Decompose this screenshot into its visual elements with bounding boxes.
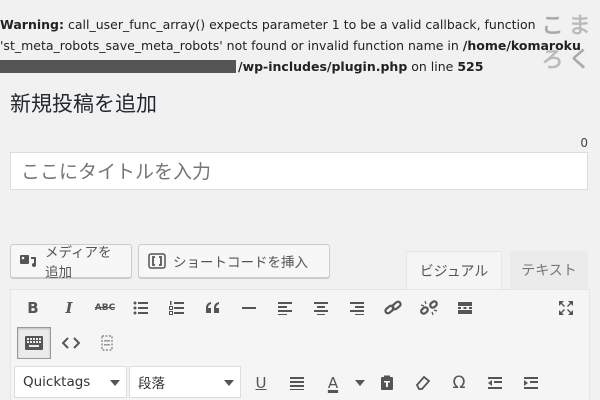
- chevron-down-icon: [110, 380, 120, 386]
- warning-label: Warning: [0, 17, 59, 32]
- keyboard-icon: [25, 336, 43, 350]
- clear-formatting-button[interactable]: [405, 366, 441, 400]
- format-select-value: 段落: [138, 376, 165, 392]
- warning-line-1: Warning: call_user_func_array() expects …: [0, 17, 536, 32]
- outdent-button[interactable]: [477, 366, 513, 400]
- title-char-counter: 0: [580, 136, 588, 150]
- justify-button[interactable]: [279, 366, 315, 400]
- link-icon: [384, 300, 402, 315]
- indent-button[interactable]: [513, 366, 549, 400]
- strikethrough-icon: ABC: [94, 303, 116, 313]
- text-color-dropdown[interactable]: [351, 366, 369, 400]
- chevron-down-icon: [355, 380, 365, 386]
- shortcode-icon: [148, 253, 166, 269]
- tab-text[interactable]: テキスト: [510, 251, 588, 289]
- bold-button[interactable]: B: [15, 291, 51, 325]
- add-media-icon: [20, 255, 36, 267]
- warning-file: /wp-includes/plugin.php: [238, 59, 408, 74]
- omega-icon: Ω: [452, 373, 466, 393]
- page-break-button[interactable]: [89, 326, 125, 360]
- redacted-path: [0, 60, 236, 73]
- page-title: 新規投稿を追加: [10, 92, 157, 116]
- tab-visual-label: ビジュアル: [419, 263, 489, 280]
- underline-button[interactable]: U: [243, 366, 279, 400]
- strikethrough-button[interactable]: ABC: [87, 291, 123, 325]
- toolbar-row-2: [12, 326, 125, 360]
- fullscreen-icon: [559, 301, 573, 315]
- blockquote-button[interactable]: [195, 291, 231, 325]
- numbered-list-icon: [169, 301, 184, 315]
- special-character-button[interactable]: Ω: [441, 366, 477, 400]
- code-icon: [62, 337, 80, 349]
- text-color-icon: A: [327, 374, 339, 392]
- quicktags-select[interactable]: Quicktags: [14, 366, 127, 398]
- warning-line-3: /wp-includes/plugin.php on line 525: [0, 56, 600, 77]
- numbered-list-button[interactable]: [159, 291, 195, 325]
- add-media-label: メディアを追加: [45, 245, 112, 281]
- logo-char: ろ: [541, 48, 564, 73]
- remove-link-button[interactable]: [411, 291, 447, 325]
- align-left-button[interactable]: [267, 291, 303, 325]
- align-right-icon: [350, 302, 364, 315]
- eraser-icon: [415, 375, 431, 390]
- read-more-icon: [458, 302, 472, 314]
- tab-text-label: テキスト: [521, 263, 577, 279]
- align-center-button[interactable]: [303, 291, 339, 325]
- blockquote-icon: [206, 302, 219, 313]
- warning-line-2: 'st_meta_robots_save_meta_robots' not fo…: [0, 35, 600, 56]
- horizontal-line-icon: [242, 307, 256, 309]
- read-more-button[interactable]: [447, 291, 483, 325]
- align-center-icon: [314, 302, 328, 315]
- warning-line-number: 525: [457, 59, 484, 74]
- page-break-icon: [101, 335, 113, 351]
- insert-link-button[interactable]: [375, 291, 411, 325]
- align-left-icon: [278, 302, 292, 315]
- chevron-down-icon: [224, 380, 234, 386]
- indent-icon: [524, 377, 538, 389]
- unlink-icon: [420, 300, 438, 316]
- text-color-button[interactable]: A: [315, 366, 351, 400]
- warning-function-name: 'st_meta_robots_save_meta_robots' not fo…: [0, 38, 463, 53]
- add-media-button[interactable]: メディアを追加: [10, 244, 132, 281]
- bullet-list-icon: [133, 301, 148, 315]
- php-warning: Warning: call_user_func_array() expects …: [0, 14, 600, 77]
- insert-shortcode-label: ショートコードを挿入: [173, 255, 308, 271]
- quicktags-select-value: Quicktags: [23, 374, 91, 390]
- logo-char: く: [568, 48, 591, 73]
- logo-char: ま: [568, 14, 591, 39]
- bold-icon: B: [27, 299, 39, 317]
- toolbar-row-3: U A Ω: [243, 366, 549, 400]
- toolbar-toggle-button[interactable]: [17, 327, 51, 359]
- site-logo: こ ま ろ く: [540, 8, 592, 73]
- toolbar-row-1: B I ABC: [15, 291, 483, 325]
- horizontal-line-button[interactable]: [231, 291, 267, 325]
- insert-shortcode-button[interactable]: ショートコードを挿入: [138, 244, 330, 278]
- justify-icon: [290, 377, 304, 390]
- italic-button[interactable]: I: [51, 291, 87, 325]
- underline-icon: U: [255, 374, 267, 392]
- warning-message: call_user_func_array() expects parameter…: [67, 17, 536, 32]
- logo-char: こ: [541, 14, 564, 39]
- italic-icon: I: [65, 299, 73, 317]
- format-select[interactable]: 段落: [129, 366, 241, 398]
- paste-as-text-button[interactable]: [369, 366, 405, 400]
- bullet-list-button[interactable]: [123, 291, 159, 325]
- code-button[interactable]: [53, 326, 89, 360]
- outdent-icon: [488, 377, 502, 389]
- align-right-button[interactable]: [339, 291, 375, 325]
- warning-on-line: on line: [407, 59, 458, 74]
- tab-visual[interactable]: ビジュアル: [406, 251, 502, 289]
- fullscreen-button[interactable]: [548, 291, 584, 325]
- clipboard-icon: [381, 375, 393, 390]
- post-title-input[interactable]: ここにタイトルを入力: [10, 152, 588, 190]
